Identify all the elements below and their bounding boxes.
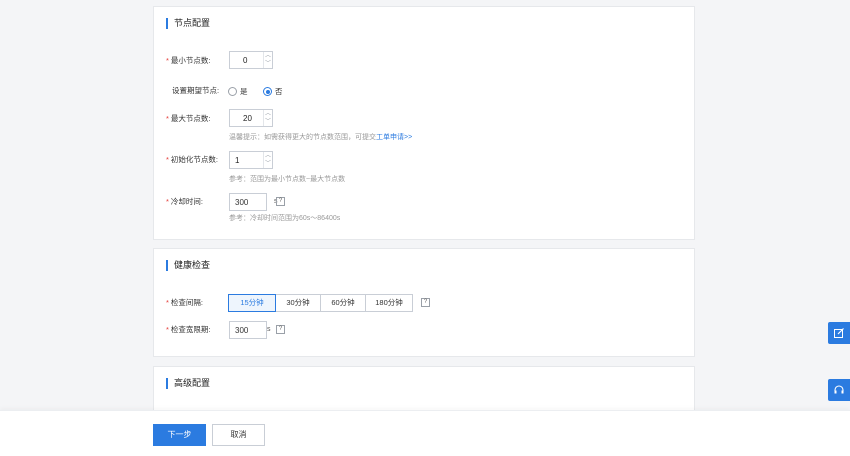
interval-option-60[interactable]: 60分钟 bbox=[320, 294, 366, 312]
max-nodes-label: * 最大节点数: bbox=[166, 114, 211, 123]
init-nodes-stepper[interactable]: 1 ︿ ﹀ bbox=[229, 151, 273, 169]
stepper-controls: ︿ ﹀ bbox=[263, 110, 272, 126]
health-check-card: 健康检查 * 检查间隔: 15分钟 30分钟 60分钟 180分钟 ? * 检查宽限… bbox=[153, 248, 695, 357]
interval-option-15[interactable]: 15分钟 bbox=[228, 294, 276, 312]
increment-icon[interactable]: ︿ bbox=[264, 52, 272, 60]
decrement-icon[interactable]: ﹀ bbox=[264, 60, 272, 68]
cancel-button[interactable]: 取消 bbox=[212, 424, 265, 446]
expect-nodes-yes-radio[interactable]: 是 bbox=[228, 86, 248, 97]
cooldown-input[interactable]: 300 bbox=[229, 193, 267, 211]
cooldown-hint: 参考：冷却时间范围为60s～86400s bbox=[229, 215, 341, 222]
section-title: 高级配置 bbox=[166, 378, 210, 389]
expect-nodes-no-radio[interactable]: 否 bbox=[263, 86, 283, 97]
interval-option-180[interactable]: 180分钟 bbox=[365, 294, 413, 312]
required-mark: * bbox=[166, 56, 169, 65]
decrement-icon[interactable]: ﹀ bbox=[264, 160, 272, 168]
max-nodes-value: 20 bbox=[243, 114, 252, 123]
max-nodes-hint: 温馨提示：如需获得更大的节点数范围，可提交工单申请>> bbox=[229, 134, 413, 141]
support-button[interactable] bbox=[828, 379, 850, 401]
radio-icon bbox=[228, 87, 237, 96]
cooldown-value: 300 bbox=[235, 198, 249, 207]
grace-period-unit: s bbox=[267, 326, 271, 333]
init-nodes-hint: 参考：范围为最小节点数~最大节点数 bbox=[229, 176, 346, 183]
interval-help-icon[interactable]: ? bbox=[421, 298, 430, 307]
min-nodes-label: * 最小节点数: bbox=[166, 56, 211, 65]
cooldown-help-icon[interactable]: ? bbox=[276, 197, 285, 206]
grace-period-label: * 检查宽限期: bbox=[166, 325, 211, 334]
required-mark: * bbox=[166, 298, 169, 307]
required-mark: * bbox=[166, 114, 169, 123]
increment-icon[interactable]: ︿ bbox=[264, 152, 272, 160]
check-interval-selector: 15分钟 30分钟 60分钟 180分钟 bbox=[228, 294, 413, 312]
grace-period-value: 300 bbox=[235, 326, 249, 335]
decrement-icon[interactable]: ﹀ bbox=[264, 118, 272, 126]
grace-period-input[interactable]: 300 bbox=[229, 321, 267, 339]
max-nodes-stepper[interactable]: 20 ︿ ﹀ bbox=[229, 109, 273, 127]
check-interval-label: * 检查间隔: bbox=[166, 298, 204, 307]
node-config-card: 节点配置 * 最小节点数: 0 ︿ ﹀ 设置期望节点: 是 否 * 最大节点数: 2… bbox=[153, 6, 695, 240]
interval-option-30[interactable]: 30分钟 bbox=[275, 294, 321, 312]
cooldown-label: * 冷却时间: bbox=[166, 197, 204, 206]
feedback-button[interactable] bbox=[828, 322, 850, 344]
stepper-controls: ︿ ﹀ bbox=[263, 152, 272, 168]
min-nodes-value: 0 bbox=[243, 56, 248, 65]
radio-icon bbox=[263, 87, 272, 96]
headset-icon bbox=[834, 385, 844, 394]
section-title: 节点配置 bbox=[166, 18, 210, 29]
required-mark: * bbox=[166, 325, 169, 334]
edit-icon bbox=[834, 328, 844, 338]
required-mark: * bbox=[166, 155, 169, 164]
expect-nodes-label: 设置期望节点: bbox=[172, 86, 220, 95]
stepper-controls: ︿ ﹀ bbox=[263, 52, 272, 68]
init-nodes-label: * 初始化节点数: bbox=[166, 155, 219, 164]
section-title: 健康检查 bbox=[166, 260, 210, 271]
grace-help-icon[interactable]: ? bbox=[276, 325, 285, 334]
required-mark: * bbox=[166, 197, 169, 206]
ticket-link[interactable]: 工单申请>> bbox=[376, 134, 412, 141]
next-button[interactable]: 下一步 bbox=[153, 424, 206, 446]
increment-icon[interactable]: ︿ bbox=[264, 110, 272, 118]
footer-bar: 下一步 取消 bbox=[0, 410, 850, 456]
min-nodes-stepper[interactable]: 0 ︿ ﹀ bbox=[229, 51, 273, 69]
init-nodes-value: 1 bbox=[235, 156, 240, 165]
